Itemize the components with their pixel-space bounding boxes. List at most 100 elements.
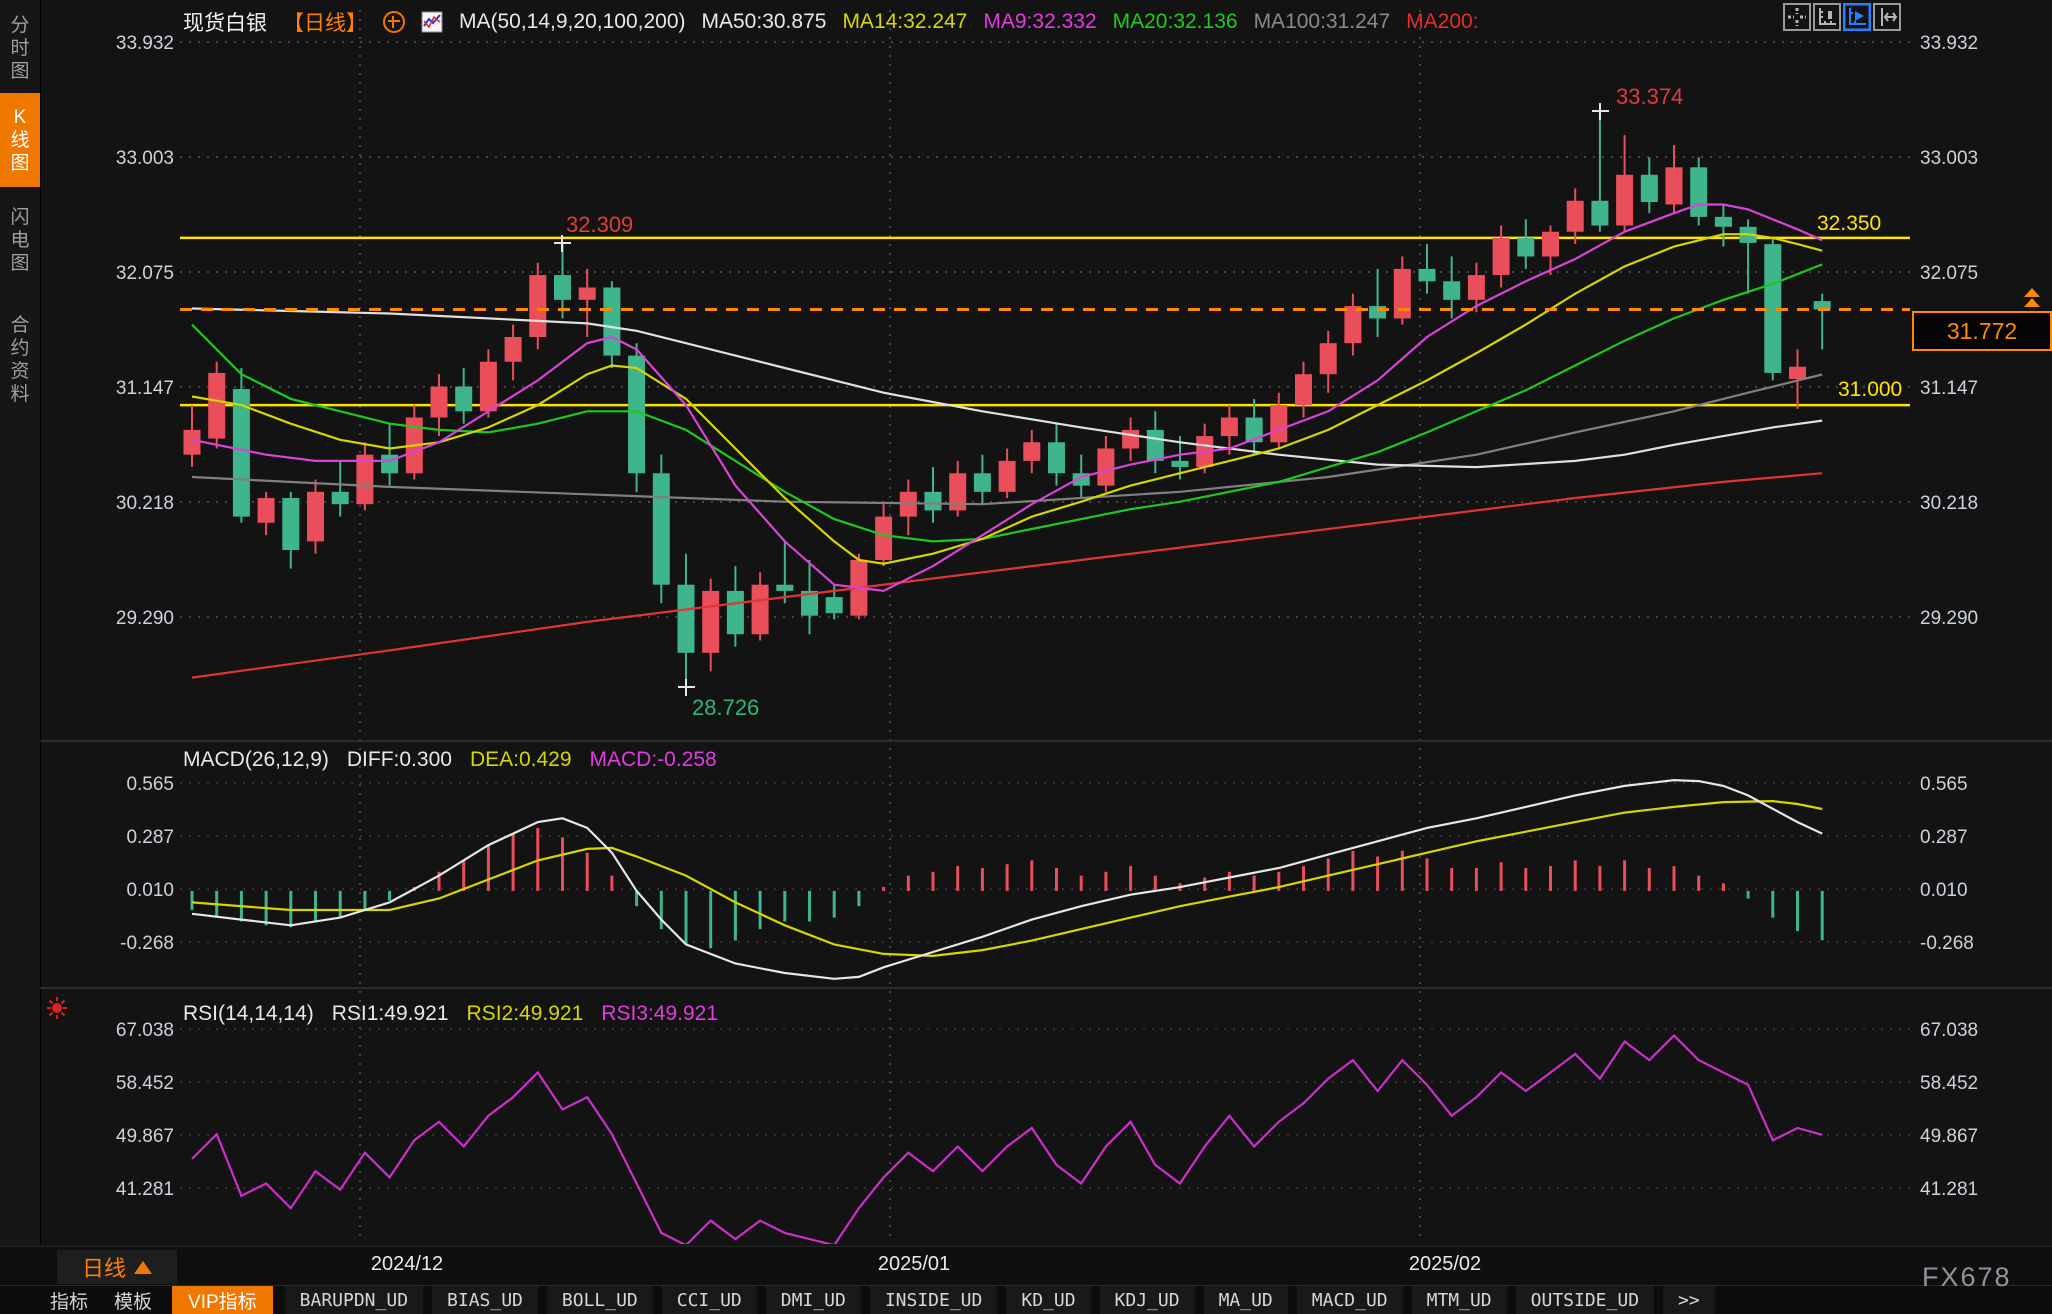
support-line-label[interactable]: 31.000 <box>1838 378 1902 402</box>
candle-body <box>1666 167 1683 204</box>
timeframe-tag[interactable]: 【日线】 <box>283 7 367 37</box>
candle-body <box>1715 217 1732 227</box>
annotation-mid-high: 32.309 <box>566 212 633 238</box>
toolbar-tab[interactable]: BIAS_UD <box>432 1286 538 1314</box>
candle-body <box>332 492 349 504</box>
candle-body <box>1443 281 1460 300</box>
resistance-line-label[interactable]: 32.350 <box>1817 212 1881 236</box>
timeframe-selector[interactable]: 日线 <box>57 1250 177 1284</box>
alert-sun-icon[interactable] <box>45 995 69 1021</box>
month-label: 2024/12 <box>371 1253 443 1276</box>
axis-label: -0.268 <box>120 933 174 954</box>
axis-play-button-active[interactable] <box>1843 3 1871 31</box>
symbol-name[interactable]: 现货白银 <box>183 7 267 37</box>
candle-body <box>1369 306 1386 318</box>
annotation-high: 33.374 <box>1616 84 1683 110</box>
timeframe-label: 日线 <box>82 1251 126 1283</box>
toolbar-tab[interactable]: VIP指标 <box>172 1286 273 1314</box>
high-cross-marker <box>1592 103 1609 120</box>
axis-label: 30.218 <box>116 493 174 514</box>
candle-body <box>1641 175 1658 202</box>
axis-label: 33.003 <box>116 148 174 169</box>
candle-body <box>678 585 695 653</box>
shift-axis-button[interactable] <box>1873 3 1901 31</box>
macd-title: MACD(26,12,9) <box>183 748 329 772</box>
candle-body <box>1295 374 1312 405</box>
mini-chart-icon[interactable] <box>421 9 443 35</box>
axis-label: 58.452 <box>116 1073 174 1094</box>
toolbar-tab[interactable]: 指标 <box>44 1286 94 1314</box>
rsi-pane <box>192 1036 1822 1246</box>
candle-body <box>1690 167 1707 217</box>
trading-app-window: 分时图K线图闪电图合约资料 33.93233.93233.00333.00332… <box>0 0 2052 1314</box>
toolbar-tab[interactable]: KD_UD <box>1006 1286 1090 1314</box>
toolbar-tab[interactable]: KDJ_UD <box>1100 1286 1195 1314</box>
candle-body <box>1344 306 1361 343</box>
axis-label: 0.287 <box>126 827 174 848</box>
candle-body <box>579 287 596 299</box>
candle-body <box>603 287 620 355</box>
candle-body <box>1023 442 1040 461</box>
toolbar-tab[interactable]: DMI_UD <box>766 1286 861 1314</box>
candle-body <box>1517 238 1534 257</box>
candle-body <box>1789 367 1806 379</box>
price-up-arrows-icon <box>2024 288 2040 308</box>
move-tool-button[interactable] <box>1783 3 1811 31</box>
macd-diff-value: DIFF:0.300 <box>347 748 452 772</box>
candle-body <box>1542 232 1559 257</box>
toolbar-tab[interactable]: 模板 <box>108 1286 158 1314</box>
candle-body <box>999 461 1016 492</box>
toolbar-tab[interactable]: MA_UD <box>1204 1286 1288 1314</box>
axis-label: 0.565 <box>126 774 174 795</box>
axis-label: 31.147 <box>116 378 174 399</box>
candle-body <box>554 275 571 300</box>
candle-body <box>1468 275 1485 300</box>
rsi-line <box>192 1036 1822 1246</box>
candle-body <box>1419 269 1436 281</box>
axis-label: 58.452 <box>1920 1073 1978 1094</box>
rsi1-value: RSI1:49.921 <box>332 1002 449 1026</box>
ma14-value: MA14:32.247 <box>842 10 967 34</box>
axis-label: 32.075 <box>1920 263 1978 284</box>
add-indicator-icon[interactable] <box>383 11 405 33</box>
last-price-badge: 31.772 <box>1912 311 2052 351</box>
candle-body <box>1147 430 1164 461</box>
axis-label: 31.147 <box>1920 378 1978 399</box>
axis-label: 29.290 <box>1920 608 1978 629</box>
axis-label: 41.281 <box>1920 1179 1978 1200</box>
candle-body <box>307 492 324 542</box>
rsi2-value: RSI2:49.921 <box>467 1002 584 1026</box>
mid-high-cross-marker <box>554 235 571 252</box>
candle-body <box>752 585 769 635</box>
candle-body <box>1567 201 1584 232</box>
axis-label: 29.290 <box>116 608 174 629</box>
macd-hist-value: MACD:-0.258 <box>590 748 717 772</box>
toolbar-tab[interactable]: MACD_UD <box>1297 1286 1403 1314</box>
axis-label: 33.003 <box>1920 148 1978 169</box>
candle-body <box>1616 175 1633 226</box>
toolbar-tab[interactable]: >> <box>1663 1286 1715 1314</box>
toolbar-tab[interactable]: BARUPDN_UD <box>285 1286 423 1314</box>
candle-body <box>356 455 373 505</box>
candle-body <box>875 517 892 560</box>
toolbar-tab[interactable]: MTM_UD <box>1412 1286 1507 1314</box>
rsi-title: RSI(14,14,14) <box>183 1002 314 1026</box>
ma200-line <box>192 473 1822 677</box>
toolbar-tab[interactable]: BOLL_UD <box>547 1286 653 1314</box>
indicator-toolbar: 指标模板 VIP指标 BARUPDN_UD BIAS_UD BOLL_UD CCI_UD D… <box>0 1285 2052 1314</box>
candle-body <box>1122 430 1139 449</box>
axis-scale-button[interactable] <box>1813 3 1841 31</box>
main-chart-svg[interactable]: 33.93233.93233.00333.00332.07532.07531.1… <box>0 0 2052 1250</box>
toolbar-tab[interactable]: INSIDE_UD <box>870 1286 998 1314</box>
candle-body <box>1172 461 1189 467</box>
axis-label: 49.867 <box>116 1126 174 1147</box>
axis-label: 49.867 <box>1920 1126 1978 1147</box>
fx678-watermark: FX678 <box>1922 1262 2012 1293</box>
ma100-value: MA100:31.247 <box>1254 10 1391 34</box>
axis-label: 67.038 <box>116 1020 174 1041</box>
candle-body <box>776 585 793 591</box>
month-label: 2025/02 <box>1409 1253 1481 1276</box>
toolbar-tab[interactable]: CCI_UD <box>662 1286 757 1314</box>
toolbar-tab[interactable]: OUTSIDE_UD <box>1516 1286 1654 1314</box>
candle-body <box>1493 238 1510 275</box>
